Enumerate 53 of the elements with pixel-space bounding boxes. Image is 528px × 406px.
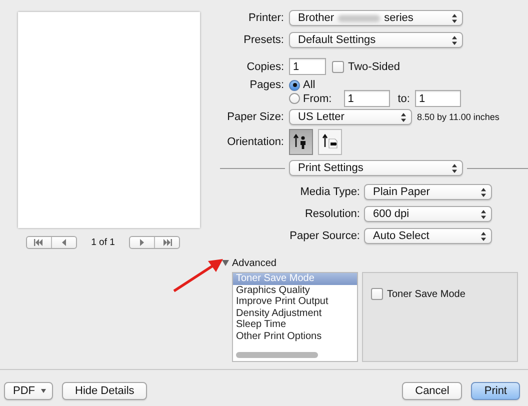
- annotation-arrow: [173, 259, 223, 292]
- advanced-label: Advanced: [232, 258, 276, 268]
- toner-save-checkbox[interactable]: Toner Save Mode: [371, 288, 466, 300]
- print-settings-popup[interactable]: Print Settings: [289, 160, 463, 176]
- list-item[interactable]: Graphics Quality: [233, 284, 357, 296]
- pages-radio[interactable]: All: [289, 79, 316, 91]
- list-item[interactable]: Density Adjustment: [233, 308, 357, 320]
- updown-arrows-icon: [481, 210, 486, 218]
- to-label: to:: [398, 92, 410, 104]
- updown-arrows-icon: [481, 188, 486, 196]
- setting-popup[interactable]: 600 dpi: [364, 206, 492, 222]
- paper-size-label: Paper Size:: [227, 111, 284, 123]
- disclosure-triangle-icon[interactable]: [222, 260, 229, 266]
- portrait-orientation-button[interactable]: [289, 129, 313, 155]
- orientation-label: Orientation:: [227, 136, 284, 148]
- updown-arrows-icon: [452, 14, 457, 22]
- printer-popup[interactable]: Brother series: [289, 10, 463, 26]
- list-item[interactable]: Sleep Time: [233, 319, 357, 331]
- setting-label: Resolution:: [304, 208, 360, 220]
- updown-arrows-icon: [452, 164, 457, 172]
- dialog-button[interactable]: Cancel: [402, 382, 462, 400]
- copies-label: Copies:: [246, 60, 284, 72]
- presets-popup[interactable]: Default Settings: [289, 32, 463, 48]
- page-indicator: 1 of 1: [91, 237, 115, 248]
- printer-label: Printer:: [248, 12, 284, 24]
- landscape-figure-icon: [322, 134, 338, 150]
- menu-button[interactable]: PDF: [4, 382, 53, 400]
- blurred-text-mark: [338, 14, 380, 22]
- updown-arrows-icon: [481, 232, 486, 240]
- dialog-button[interactable]: Print: [471, 382, 520, 400]
- pages-radio[interactable]: From:: [289, 92, 332, 104]
- two-sided-checkbox[interactable]: Two-Sided: [332, 60, 400, 72]
- dropdown-caret-icon: [41, 389, 46, 393]
- setting-label: Paper Source:: [290, 230, 360, 242]
- copies-field[interactable]: 1: [289, 58, 326, 75]
- horizontal-scrollbar[interactable]: [236, 352, 318, 358]
- list-item[interactable]: Improve Print Output: [233, 296, 357, 308]
- setting-popup[interactable]: Plain Paper: [364, 184, 492, 200]
- setting-label: Media Type:: [300, 186, 360, 198]
- updown-arrows-icon: [452, 36, 457, 44]
- to-page-field[interactable]: 1: [414, 90, 461, 107]
- paper-dimensions: 8.50 by 11.00 inches: [417, 112, 500, 122]
- updown-arrows-icon: [401, 112, 406, 122]
- list-item[interactable]: Other Print Options: [233, 330, 357, 343]
- setting-popup[interactable]: Auto Select: [364, 228, 492, 244]
- paper-size-popup[interactable]: US Letter: [289, 109, 412, 125]
- landscape-orientation-button[interactable]: [318, 129, 342, 155]
- skip-to-last-icon: [162, 239, 172, 246]
- skip-to-first-icon: [34, 239, 44, 246]
- pages-label: Pages:: [250, 79, 284, 91]
- presets-label: Presets:: [244, 34, 284, 46]
- dialog-button[interactable]: Hide Details: [62, 382, 148, 400]
- from-page-field[interactable]: 1: [344, 90, 390, 107]
